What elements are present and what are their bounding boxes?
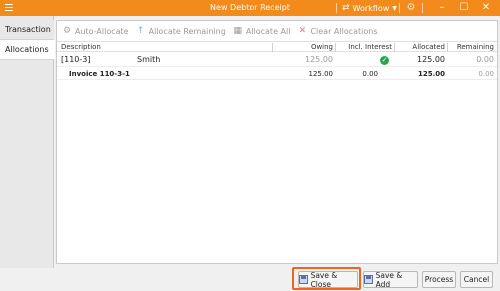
gear-icon[interactable]: ⚙ [405,2,417,14]
clear-allocations-button[interactable]: ✕ Clear Allocations [297,26,378,36]
remaining-value: 0.00 [478,70,494,78]
grid-icon: ▦ [233,26,243,36]
close-icon: ✕ [298,26,307,36]
auto-allocate-button[interactable]: ⚙ Auto-Allocate [62,26,129,36]
remaining-value: 0.00 [476,55,494,64]
left-tab-strip: Transaction Allocations [0,16,55,268]
save-add-label: Save & Add [375,270,403,289]
debtor-code: [110-3] [61,55,91,64]
title-separator [399,3,400,13]
tab-allocations[interactable]: Allocations [0,40,55,60]
table-header: Description Owing Incl. Interest Allocat… [57,41,497,52]
debtor-name: Smith [137,55,161,64]
auto-allocate-label: Auto-Allocate [75,26,129,36]
column-separator [335,43,336,52]
process-button[interactable]: Process [422,271,456,288]
gear-icon: ⚙ [62,26,72,36]
save-icon [364,275,373,284]
focus-highlight [292,267,361,290]
close-button[interactable]: ✕ [472,0,500,16]
footer-bar: Save & Close Save & Add Process Cancel [0,268,500,291]
allocations-panel: ⚙ Auto-Allocate ↑ Allocate Remaining ▦ A… [56,20,498,264]
title-separator [336,3,337,13]
title-separator [422,3,423,13]
workflow-button[interactable]: ⇄ Workflow ▼ [342,2,397,14]
column-header-incl-interest[interactable]: Incl. Interest [337,42,392,53]
allocate-remaining-button[interactable]: ↑ Allocate Remaining [136,26,226,36]
column-header-owing[interactable]: Owing [275,42,333,53]
allocate-remaining-label: Allocate Remaining [148,26,226,36]
column-header-description[interactable]: Description [61,42,261,53]
invoice-description: Invoice 110-3-1 [69,70,130,78]
table-row[interactable]: [110-3] Smith 125.00 ✓ 125.00 0.00 [57,53,497,67]
check-icon: ✓ [380,56,389,65]
owing-value: 125.00 [305,55,333,64]
column-header-remaining[interactable]: Remaining [449,42,494,53]
window-title: New Debtor Receipt [210,3,290,12]
table-row[interactable]: Invoice 110-3-1 125.00 0.00 125.00 0.00 [57,68,497,80]
chevron-down-icon: ▼ [392,4,397,12]
allocations-toolbar: ⚙ Auto-Allocate ↑ Allocate Remaining ▦ A… [57,21,497,41]
allocated-value[interactable]: 125.00 [397,68,445,80]
tab-transaction[interactable]: Transaction [0,20,54,40]
cancel-button[interactable]: Cancel [460,271,493,288]
incl-interest-value: 0.00 [362,70,378,78]
allocate-all-label: Allocate All [245,26,291,36]
owing-value: 125.00 [308,70,334,78]
column-header-allocated[interactable]: Allocated [397,42,445,53]
workflow-label: Workflow [352,3,390,13]
workflow-icon: ⇄ [342,3,350,13]
column-separator [272,43,273,52]
allocate-all-button[interactable]: ▦ Allocate All [233,26,291,36]
arrow-up-icon: ↑ [136,26,145,36]
save-add-button[interactable]: Save & Add [363,270,418,289]
column-separator [447,43,448,52]
title-bar: New Debtor Receipt ⇄ Workflow ▼ ⚙ – ☐ ✕ [0,0,500,16]
clear-allocations-label: Clear Allocations [310,26,378,36]
allocated-value[interactable]: 125.00 [397,53,445,67]
column-separator [394,43,395,52]
